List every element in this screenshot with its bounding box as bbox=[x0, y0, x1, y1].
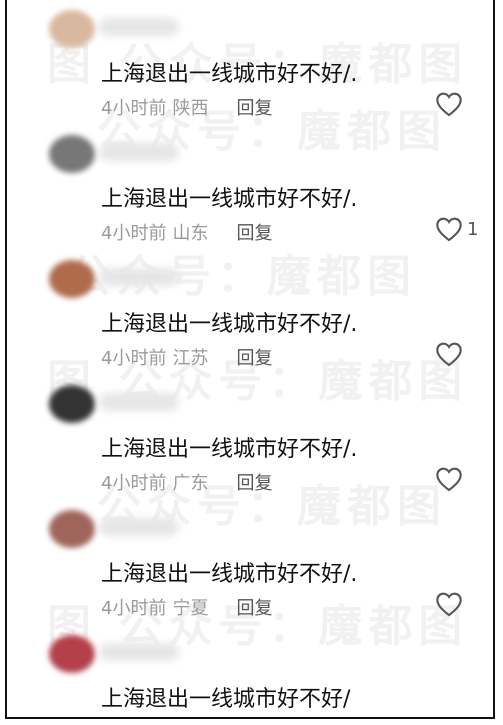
like-count: 1 bbox=[467, 218, 479, 240]
comment-item: 上海退出一线城市好不好/. 4小时前 宁夏 回复 bbox=[7, 500, 493, 625]
comment-meta: 4小时前 江苏 回复 bbox=[101, 344, 272, 370]
avatar[interactable] bbox=[49, 10, 95, 48]
heart-outline-icon bbox=[436, 217, 462, 242]
avatar[interactable] bbox=[49, 385, 95, 423]
username-blurred[interactable] bbox=[99, 143, 179, 161]
like-button[interactable] bbox=[435, 340, 467, 368]
avatar[interactable] bbox=[49, 510, 95, 548]
avatar[interactable] bbox=[49, 135, 95, 173]
comment-meta: 4小时前 山东 回复 bbox=[101, 219, 272, 245]
heart-outline-icon bbox=[436, 92, 462, 117]
comment-item: 上海退出一线城市好不好/. 4小时前 广东 回复 bbox=[7, 375, 493, 500]
comment-item: 上海退出一线城市好不好/ bbox=[7, 625, 493, 717]
comment-item: 上海退出一线城市好不好/. 4小时前 陕西 回复 bbox=[7, 0, 493, 125]
heart-outline-icon bbox=[436, 467, 462, 492]
like-button[interactable] bbox=[435, 465, 467, 493]
comment-text: 上海退出一线城市好不好/. bbox=[101, 562, 358, 587]
comment-text: 上海退出一线城市好不好/. bbox=[101, 312, 358, 337]
username-blurred[interactable] bbox=[99, 268, 179, 286]
like-button[interactable]: 1 bbox=[435, 215, 478, 243]
comment-time: 4小时前 bbox=[101, 223, 167, 244]
reply-button[interactable]: 回复 bbox=[236, 598, 272, 619]
comment-time: 4小时前 bbox=[101, 473, 167, 494]
reply-button[interactable]: 回复 bbox=[236, 223, 272, 244]
comment-list: 图 公众号：魔都图 公众号：魔都图 公众号：魔都图 图 公众号：魔都图 公众号：… bbox=[5, 0, 495, 719]
comment-location: 宁夏 bbox=[172, 598, 209, 619]
comment-item: 上海退出一线城市好不好/. 4小时前 江苏 回复 bbox=[7, 250, 493, 375]
like-button[interactable] bbox=[435, 90, 467, 118]
username-blurred[interactable] bbox=[99, 393, 179, 411]
avatar[interactable] bbox=[49, 635, 95, 673]
avatar[interactable] bbox=[49, 260, 95, 298]
comment-location: 广东 bbox=[172, 473, 209, 494]
comment-time: 4小时前 bbox=[101, 598, 167, 619]
comment-meta: 4小时前 广东 回复 bbox=[101, 469, 272, 495]
comment-text: 上海退出一线城市好不好/. bbox=[101, 187, 358, 212]
comment-text: 上海退出一线城市好不好/. bbox=[101, 62, 358, 87]
heart-outline-icon bbox=[436, 342, 462, 367]
comment-time: 4小时前 bbox=[101, 98, 167, 119]
comment-time: 4小时前 bbox=[101, 348, 167, 369]
comment-meta: 4小时前 陕西 回复 bbox=[101, 94, 272, 120]
comment-item: 上海退出一线城市好不好/. 4小时前 山东 回复 1 bbox=[7, 125, 493, 250]
comment-text: 上海退出一线城市好不好/. bbox=[101, 437, 358, 462]
username-blurred[interactable] bbox=[99, 643, 179, 661]
heart-outline-icon bbox=[436, 592, 462, 617]
comment-location: 山东 bbox=[172, 223, 209, 244]
comment-location: 江苏 bbox=[172, 348, 209, 369]
reply-button[interactable]: 回复 bbox=[236, 348, 272, 369]
comment-meta: 4小时前 宁夏 回复 bbox=[101, 594, 272, 620]
username-blurred[interactable] bbox=[99, 518, 179, 536]
username-blurred[interactable] bbox=[99, 18, 179, 36]
reply-button[interactable]: 回复 bbox=[236, 473, 272, 494]
like-button[interactable] bbox=[435, 590, 467, 618]
reply-button[interactable]: 回复 bbox=[236, 98, 272, 119]
comment-location: 陕西 bbox=[172, 98, 209, 119]
comment-text: 上海退出一线城市好不好/ bbox=[101, 687, 351, 712]
